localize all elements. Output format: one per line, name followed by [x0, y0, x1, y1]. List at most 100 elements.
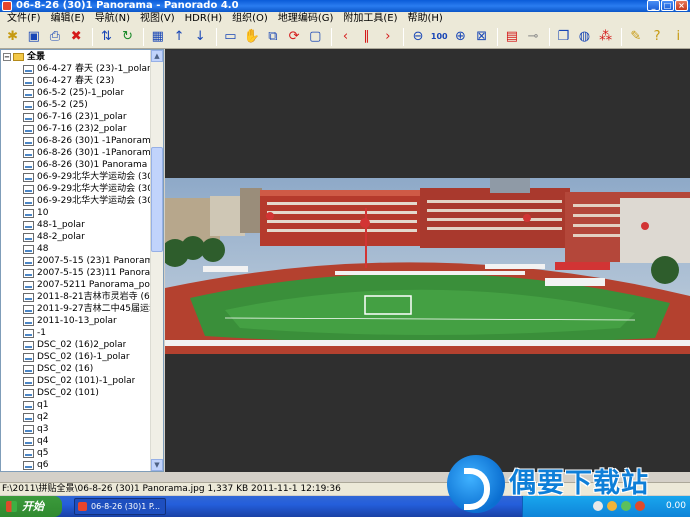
open-image-icon[interactable]: ▣ [24, 27, 43, 47]
zoom-frame-icon[interactable]: ⧉ [263, 27, 282, 47]
tree-item[interactable]: 06-7-16 (23)2_polar [1, 123, 151, 135]
tree-item[interactable]: 06-4-27 春天 (23) [1, 75, 151, 87]
help-icon[interactable]: ? [647, 27, 666, 47]
tree-item[interactable]: 06-8-26 (30)1 Panorama [1, 159, 151, 171]
menu-addons[interactable]: 附加工具(E) [338, 12, 402, 25]
zoom-in-icon[interactable]: ⊕ [451, 27, 470, 47]
tree-item[interactable]: 06-8-26 (30)1 -1Panorama_p [1, 135, 151, 147]
menu-organize[interactable]: 组织(O) [227, 12, 273, 25]
connect-icon[interactable]: ⁂ [596, 27, 615, 47]
maximize-button[interactable]: □ [661, 0, 674, 11]
tree-item-label: DSC_02 (101) [37, 388, 99, 398]
tree-item[interactable]: 06-9-29北华大学运动会 (30 [1, 195, 151, 207]
menu-navigate[interactable]: 导航(N) [90, 12, 135, 25]
scroll-down-button[interactable]: ▼ [151, 459, 163, 471]
projector-icon[interactable]: ▤ [502, 27, 521, 47]
tree-item[interactable]: 48 [1, 243, 151, 255]
tree-item[interactable]: q3 [1, 423, 151, 435]
tree-item[interactable]: 06-7-16 (23)1_polar [1, 111, 151, 123]
image-viewer[interactable] [165, 49, 690, 472]
up-arrow-icon[interactable]: ↑ [169, 27, 188, 47]
tree-item[interactable]: q6 [1, 459, 151, 471]
tree-item[interactable]: 2011-9-27吉林二中45届运动 [1, 303, 151, 315]
tools-icon[interactable]: ✎ [626, 27, 645, 47]
tree-scrollbar[interactable]: ▲ ▼ [150, 50, 163, 471]
tree-item[interactable]: DSC_02 (101) [1, 387, 151, 399]
windows-flag-icon [6, 501, 17, 512]
tree-item[interactable]: 06-5-2 (25)-1_polar [1, 87, 151, 99]
tree-item[interactable]: 06-9-29北华大学运动会 (30 [1, 183, 151, 195]
zoom-100-icon[interactable]: 100 [430, 27, 449, 47]
window-icon[interactable]: ▢ [306, 27, 325, 47]
tree-item[interactable]: 2007-5-15 (23)1 Panorama [1, 255, 151, 267]
collapse-icon[interactable]: − [3, 53, 11, 61]
down-arrow-icon[interactable]: ↓ [191, 27, 210, 47]
close-button[interactable]: × [675, 0, 688, 11]
tree-item[interactable]: 06-4-27 春天 (23)-1_polar [1, 63, 151, 75]
globe-icon[interactable]: ◍ [575, 27, 594, 47]
hand-icon[interactable]: ✋ [242, 27, 261, 47]
sort-icon[interactable]: ⇅ [97, 27, 116, 47]
image-file-icon [23, 424, 34, 434]
tree-item[interactable]: 2011-10-13_polar [1, 315, 151, 327]
tree-item[interactable]: 48-1_polar [1, 219, 151, 231]
tree-item[interactable]: -1 [1, 327, 151, 339]
menu-help[interactable]: 帮助(H) [403, 12, 448, 25]
print-icon[interactable]: ⎙ [45, 27, 64, 47]
info-icon[interactable]: i [669, 27, 688, 47]
tree-root[interactable]: − 全景 [1, 51, 151, 63]
refresh-icon[interactable]: ↻ [118, 27, 137, 47]
image-file-icon [23, 196, 34, 206]
scroll-thumb[interactable] [151, 147, 163, 252]
tree-item[interactable]: 06-5-2 (25) [1, 99, 151, 111]
tree-item-label: 06-8-26 (30)1 -1Panorama_ [37, 148, 151, 158]
tree-item[interactable]: DSC_02 (16)2_polar [1, 339, 151, 351]
pause-icon[interactable]: ∥ [357, 27, 376, 47]
delete-icon[interactable]: ✖ [67, 27, 86, 47]
monitor-icon[interactable]: ▭ [221, 27, 240, 47]
watermark-text: 偶要下载站 [509, 468, 649, 499]
menu-hdr[interactable]: HDR(H) [180, 12, 228, 25]
menu-view[interactable]: 视图(V) [135, 12, 180, 25]
next-icon[interactable]: › [378, 27, 397, 47]
tree-item[interactable]: 2007-5211 Panorama_polar [1, 279, 151, 291]
tree-list: − 全景 06-4-27 春天 (23)-1_polar 06-4-27 春天 (… [1, 51, 151, 471]
tree-item[interactable]: DSC_02 (16) [1, 363, 151, 375]
prev-icon[interactable]: ‹ [336, 27, 355, 47]
tree-item[interactable]: 10 [1, 207, 151, 219]
fit-icon[interactable]: ⊠ [472, 27, 491, 47]
toggle-icon[interactable]: ⊸ [523, 27, 542, 47]
layers-icon[interactable]: ❐ [554, 27, 573, 47]
tree-item[interactable]: q2 [1, 411, 151, 423]
thumbnails-icon[interactable]: ▦ [148, 27, 167, 47]
rotate-icon[interactable]: ⟳ [284, 27, 303, 47]
menu-file[interactable]: 文件(F) [2, 12, 46, 25]
tree-item[interactable]: q4 [1, 435, 151, 447]
tree-item[interactable]: q5 [1, 447, 151, 459]
image-file-icon [23, 280, 34, 290]
tree-item[interactable]: 06-9-29北华大学运动会 (30 [1, 171, 151, 183]
tree-item[interactable]: DSC_02 (101)-1_polar [1, 375, 151, 387]
taskbar-task-panorado[interactable]: 06-8-26 (30)1 P... [74, 498, 166, 515]
tree-item[interactable]: DSC_02 (16)-1_polar [1, 351, 151, 363]
tree-item-label: 2007-5-15 (23)11 Panorama_ [37, 268, 151, 278]
tree-item[interactable]: 2011-8-21吉林市灵岩寺 (68 [1, 291, 151, 303]
new-folder-icon[interactable]: ✱ [3, 27, 22, 47]
menu-edit[interactable]: 编辑(E) [46, 12, 90, 25]
zoom-out-icon[interactable]: ⊖ [408, 27, 427, 47]
minimize-button[interactable]: _ [647, 0, 660, 11]
start-button[interactable]: 开始 [0, 496, 62, 517]
folder-icon [13, 53, 24, 61]
tree-item-label: 2011-9-27吉林二中45届运动 [37, 304, 151, 314]
toolbar-separator [143, 27, 145, 46]
tree-item-label: 06-9-29北华大学运动会 (30 [37, 172, 151, 182]
tree-item[interactable]: 06-8-26 (30)1 -1Panorama_ [1, 147, 151, 159]
tree-item-label: DSC_02 (16)-1_polar [37, 352, 130, 362]
panorama-image[interactable] [165, 178, 690, 354]
tree-item[interactable]: 48-2_polar [1, 231, 151, 243]
tree-item[interactable]: q1 [1, 399, 151, 411]
scroll-up-button[interactable]: ▲ [151, 50, 163, 62]
tree-item[interactable]: 2007-5-15 (23)11 Panorama_ [1, 267, 151, 279]
window-controls: _ □ × [647, 0, 688, 11]
menu-geocode[interactable]: 地理编码(G) [273, 12, 339, 25]
